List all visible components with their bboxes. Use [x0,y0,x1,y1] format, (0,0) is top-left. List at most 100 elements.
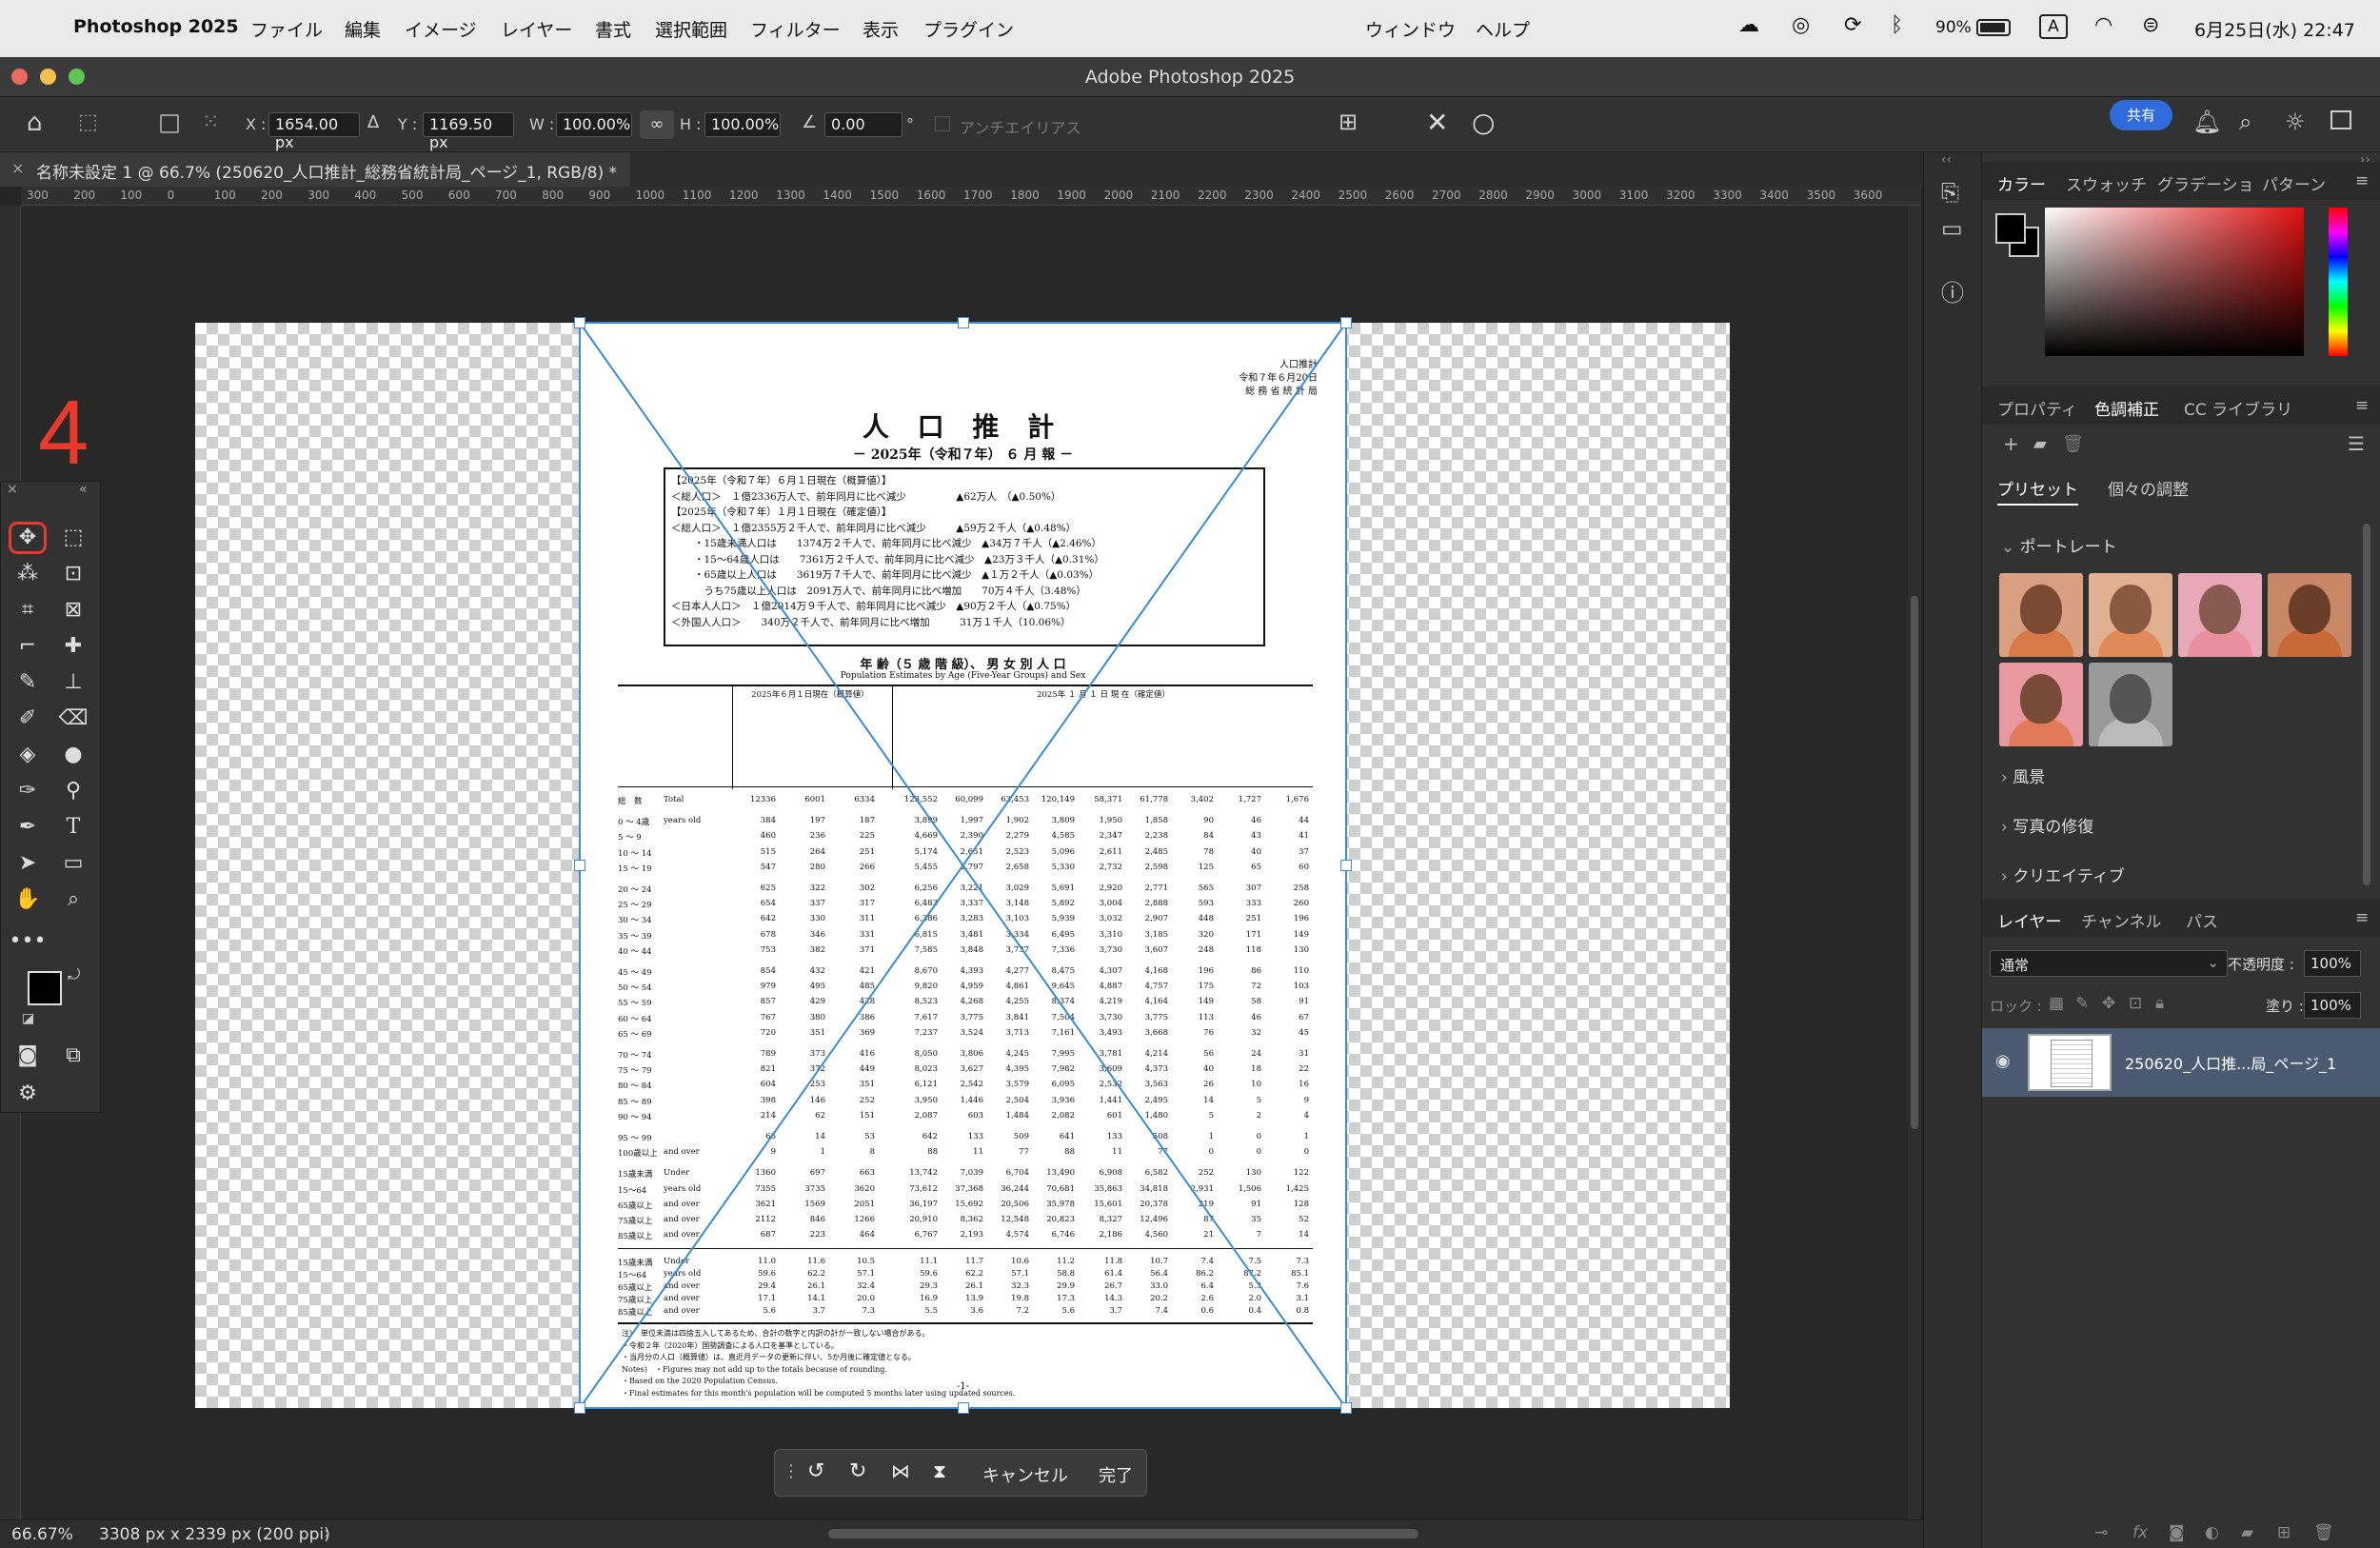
menu-plugins[interactable]: プラグイン [923,16,1014,42]
home-icon[interactable]: ⌂ [27,109,43,137]
path-select-icon[interactable]: ➤ [9,847,47,880]
lock-position-icon[interactable]: ✥ [2102,994,2115,1013]
info-icon[interactable]: ⓘ [1941,274,1964,308]
fx-icon[interactable]: fx [2132,1523,2148,1542]
default-colors-icon[interactable]: ◪ [22,1011,34,1026]
tab-cc-libraries[interactable]: CC ライブラリ [2184,396,2292,420]
discover-icon[interactable]: ☼ [2285,109,2306,135]
pen-tool-icon[interactable]: ✒ [9,811,47,843]
cc-icon[interactable]: ◎ [1792,13,1810,37]
more-tools-icon[interactable]: ••• [9,925,47,958]
frame-tool-icon[interactable]: ⊠ [54,594,92,626]
subtab-presets[interactable]: プリセット [1997,476,2078,506]
eraser-tool-icon[interactable]: ⌫ [54,703,92,735]
tab-adjustments[interactable]: 色調補正 [2094,396,2159,420]
paint-bucket-icon[interactable]: ◈ [9,739,47,771]
opacity-field[interactable]: 100% [2304,950,2361,977]
hand-tool-icon[interactable]: ✋ [9,883,47,916]
tab-swatches[interactable]: スウォッチ [2066,171,2147,195]
menu-edit[interactable]: 編集 [345,16,381,42]
cancel-button[interactable]: キャンセル [982,1462,1068,1487]
done-button[interactable]: 完了 [1099,1462,1133,1487]
transform-handle[interactable] [574,860,585,871]
type-tool-icon[interactable]: T [54,811,92,843]
flip-vertical-icon[interactable]: ⧗ [933,1459,946,1482]
group-landscape[interactable]: › 風景 [2001,764,2045,787]
menu-window[interactable]: ウィンドウ [1365,16,1456,42]
angle-field[interactable]: 0.00 [824,112,902,137]
lock-artboard-icon[interactable]: ⊡ [2129,994,2142,1013]
reference-point-icon[interactable]: ⁙ [202,110,219,134]
stamp-tool-icon[interactable]: ⊥ [54,666,92,699]
zoom-tool-icon[interactable]: ⌕ [54,883,92,916]
brush-tool-icon[interactable]: ✎ [9,666,47,699]
layer-name[interactable]: 250620_人口推...局_ページ_1 [2125,1051,2336,1074]
sponge-tool-icon[interactable]: ⚲ [54,775,92,807]
screen-mode-icon[interactable]: ⧉ [54,1040,92,1072]
group-portrait[interactable]: ⌄ ポートレート [2001,533,2117,557]
color-foreground-swatch[interactable] [1995,213,2026,244]
app-menu[interactable]: Photoshop 2025 [73,16,239,37]
menubar-clock[interactable]: 6月25日(水) 22:47 [2194,16,2355,42]
zoom-level[interactable]: 66.67% [11,1525,73,1544]
y-field[interactable]: 1169.50 px [423,112,514,151]
move-tool-icon[interactable]: ✥ [9,522,47,554]
document-tab[interactable]: × 名称未設定 1 @ 66.7% (250620_人口推計_総務省統計局_ペー… [0,152,630,187]
transform-handle[interactable] [958,1402,969,1414]
swap-colors-icon[interactable]: ⤾ [68,965,80,984]
group-creative[interactable]: › クリエイティブ [2001,863,2125,886]
reference-point-checkbox[interactable] [160,114,179,133]
rectangle-tool-icon[interactable]: ▭ [54,847,92,880]
history-brush-icon[interactable]: ✐ [9,703,47,735]
horizontal-scrollbar-thumb[interactable] [828,1529,1418,1538]
lock-transparent-icon[interactable]: ▦ [2049,994,2064,1013]
h-field[interactable]: 100.00% [704,112,781,137]
panel-menu-icon[interactable]: ≡ [2355,908,2369,927]
vertical-scrollbar[interactable] [1908,206,1921,1519]
horizontal-ruler[interactable]: 300 200 100 0 100 200 300 400 500 600 700 800 900 100… [21,187,1921,206]
healing-brush-icon[interactable]: ✚ [54,630,92,663]
antialias-checkbox[interactable] [935,116,950,131]
dodge-tool-icon[interactable]: ✑ [9,775,47,807]
adjustment-layer-icon[interactable]: ◐ [2205,1523,2219,1542]
preset-thumbnail[interactable] [2089,663,2172,746]
layer-row[interactable]: ◉ 250620_人口推...局_ページ_1 [1982,1028,2380,1097]
rotate-right-icon[interactable]: ↻ [849,1459,866,1483]
menu-filter[interactable]: フィルター [750,16,841,42]
transform-handle[interactable] [1340,860,1352,871]
lock-all-icon[interactable]: 🔒︎ [2155,994,2164,1013]
lock-pixels-icon[interactable]: ✎ [2075,994,2089,1013]
history-icon[interactable]: ⎘ [1941,179,1959,206]
transform-preset-icon[interactable]: ⬚ [78,110,98,134]
search-icon[interactable]: ⌕ [2239,109,2251,135]
add-mask-icon[interactable]: ◙ [2169,1523,2185,1542]
blend-mode-select[interactable]: 通常 ⌄ [1990,950,2228,977]
menu-type[interactable]: 書式 [595,16,631,42]
object-select-tool-icon[interactable]: ⁂ [9,558,47,590]
collapse-panel-icon[interactable]: « [79,482,88,497]
close-panel-icon[interactable]: × [7,482,18,497]
expand-strip-icon[interactable]: ‹‹ [1941,152,1952,168]
blur-tool-icon[interactable]: ● [54,739,92,771]
delta-icon[interactable]: ∆ [367,112,379,132]
preset-thumbnail[interactable] [2268,573,2351,657]
adjust-scrollbar-thumb[interactable] [2363,524,2370,885]
frame-select-icon[interactable]: ⊡ [54,558,92,590]
preset-thumbnail[interactable] [1999,573,2083,657]
layer-thumbnail[interactable] [2028,1034,2112,1091]
document-info[interactable]: 3308 px x 2339 px (200 ppi) [99,1525,330,1544]
vertical-scrollbar-thumb[interactable] [1911,596,1918,1129]
tab-properties[interactable]: プロパティ [1997,396,2077,420]
subtab-individual[interactable]: 個々の調整 [2108,476,2189,500]
marquee-tool-icon[interactable]: ⬚ [54,522,92,554]
tab-gradients[interactable]: グラデーショ [2157,171,2254,195]
transform-handle[interactable] [1340,317,1352,328]
status-menu-icon[interactable]: › [324,1523,330,1543]
crop-tool-icon[interactable]: ⌗ [9,594,47,626]
menu-help[interactable]: ヘルプ [1476,16,1530,42]
tab-channels[interactable]: チャンネル [2081,908,2162,932]
tab-color[interactable]: カラー [1997,171,2046,195]
preset-thumbnail[interactable] [2178,573,2262,657]
delete-layer-icon[interactable]: 🗑︎ [2313,1523,2334,1542]
tab-paths[interactable]: パス [2186,908,2218,932]
